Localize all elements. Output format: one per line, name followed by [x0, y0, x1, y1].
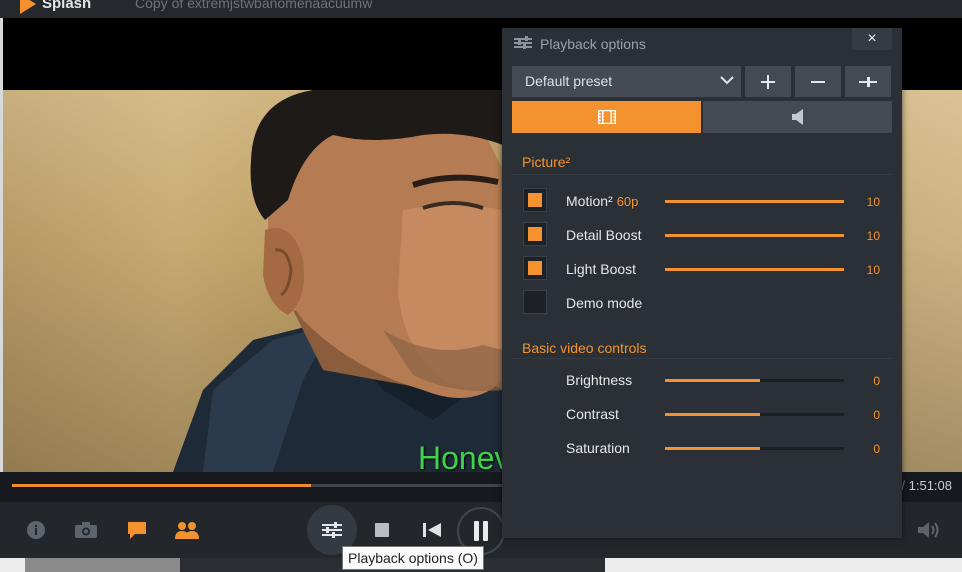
- chevron-down-icon: [720, 76, 734, 85]
- window-edge: [0, 18, 3, 472]
- tab-video[interactable]: [512, 101, 701, 133]
- previous-button[interactable]: [420, 519, 444, 541]
- demo-mode-label: Demo mode: [566, 295, 643, 311]
- motion-value: 10: [866, 195, 880, 209]
- speaker-icon: [791, 109, 803, 125]
- title-bar: Splash Copy of extremjstwbanomenaacuumw: [0, 0, 962, 18]
- contrast-slider-fill: [665, 413, 760, 416]
- detail-boost-slider-fill: [665, 234, 844, 237]
- minus-icon: [811, 80, 825, 83]
- tab-audio[interactable]: [703, 101, 892, 133]
- saturation-label: Saturation: [566, 440, 630, 456]
- time-display: / 1:51:08: [901, 478, 952, 493]
- total-time: 1:51:08: [908, 478, 952, 493]
- player-window: Splash Copy of extremjstwbanomenaacuumw: [0, 0, 962, 572]
- motion-slider-fill: [665, 200, 844, 203]
- background-thumbnail: [25, 558, 180, 572]
- motion-checkbox[interactable]: [523, 188, 547, 212]
- light-boost-label: Light Boost: [566, 261, 637, 277]
- pause-icon: [474, 521, 488, 541]
- stop-button[interactable]: [372, 520, 392, 540]
- app-name: Splash: [42, 0, 92, 12]
- stop-icon: [375, 523, 389, 537]
- playback-options-tooltip: Playback options (O): [342, 546, 484, 570]
- seek-bar[interactable]: [12, 484, 502, 487]
- section-divider: [512, 174, 892, 175]
- motion-label: Motion² 60p: [566, 193, 638, 209]
- detail-boost-checkbox[interactable]: [523, 222, 547, 246]
- detail-boost-label: Detail Boost: [566, 227, 642, 243]
- film-icon: [597, 110, 616, 124]
- subtitle-text: Honev: [418, 440, 511, 472]
- motion-label-text: Motion²: [566, 193, 613, 209]
- adjust-preset-button[interactable]: [845, 66, 891, 97]
- picture-section-title: Picture²: [522, 154, 571, 170]
- previous-icon: [423, 523, 441, 537]
- close-button[interactable]: ×: [852, 28, 892, 50]
- subtitles-icon[interactable]: [125, 519, 149, 541]
- plus-icon: [761, 74, 775, 89]
- saturation-slider-fill: [665, 447, 760, 450]
- demo-mode-checkbox[interactable]: [523, 290, 547, 314]
- playback-options-icon: [514, 36, 532, 49]
- light-boost-checkbox[interactable]: [523, 256, 547, 280]
- saturation-slider[interactable]: [665, 447, 844, 450]
- contrast-value: 0: [873, 408, 880, 422]
- brightness-slider[interactable]: [665, 379, 844, 382]
- light-boost-slider[interactable]: [665, 268, 844, 271]
- people-icon[interactable]: [173, 519, 201, 541]
- camera-icon[interactable]: [73, 519, 99, 541]
- playback-options-icon: [322, 522, 342, 538]
- volume-icon[interactable]: [915, 519, 941, 541]
- brightness-slider-fill: [665, 379, 760, 382]
- adjust-icon: [859, 76, 877, 87]
- info-icon[interactable]: [25, 519, 47, 541]
- detail-boost-value: 10: [866, 229, 880, 243]
- panel-title: Playback options: [540, 36, 646, 52]
- playback-options-panel: Playback options × Default preset Pictur…: [502, 28, 902, 538]
- light-boost-value: 10: [866, 263, 880, 277]
- motion-slider[interactable]: [665, 200, 844, 203]
- contrast-slider[interactable]: [665, 413, 844, 416]
- brightness-value: 0: [873, 374, 880, 388]
- brightness-label: Brightness: [566, 372, 633, 388]
- seek-bar-progress: [12, 484, 311, 487]
- preset-dropdown[interactable]: Default preset: [512, 66, 741, 97]
- remove-preset-button[interactable]: [795, 66, 841, 97]
- file-title: Copy of extremjstwbanomenaacuumw: [135, 0, 373, 11]
- basic-controls-section-title: Basic video controls: [522, 340, 647, 356]
- add-preset-button[interactable]: [745, 66, 791, 97]
- light-boost-slider-fill: [665, 268, 844, 271]
- detail-boost-slider[interactable]: [665, 234, 844, 237]
- preset-selected: Default preset: [525, 73, 613, 89]
- saturation-value: 0: [873, 442, 880, 456]
- splash-logo-icon: [20, 0, 36, 14]
- contrast-label: Contrast: [566, 406, 619, 422]
- motion-badge: 60p: [616, 194, 639, 209]
- section-divider: [512, 358, 892, 359]
